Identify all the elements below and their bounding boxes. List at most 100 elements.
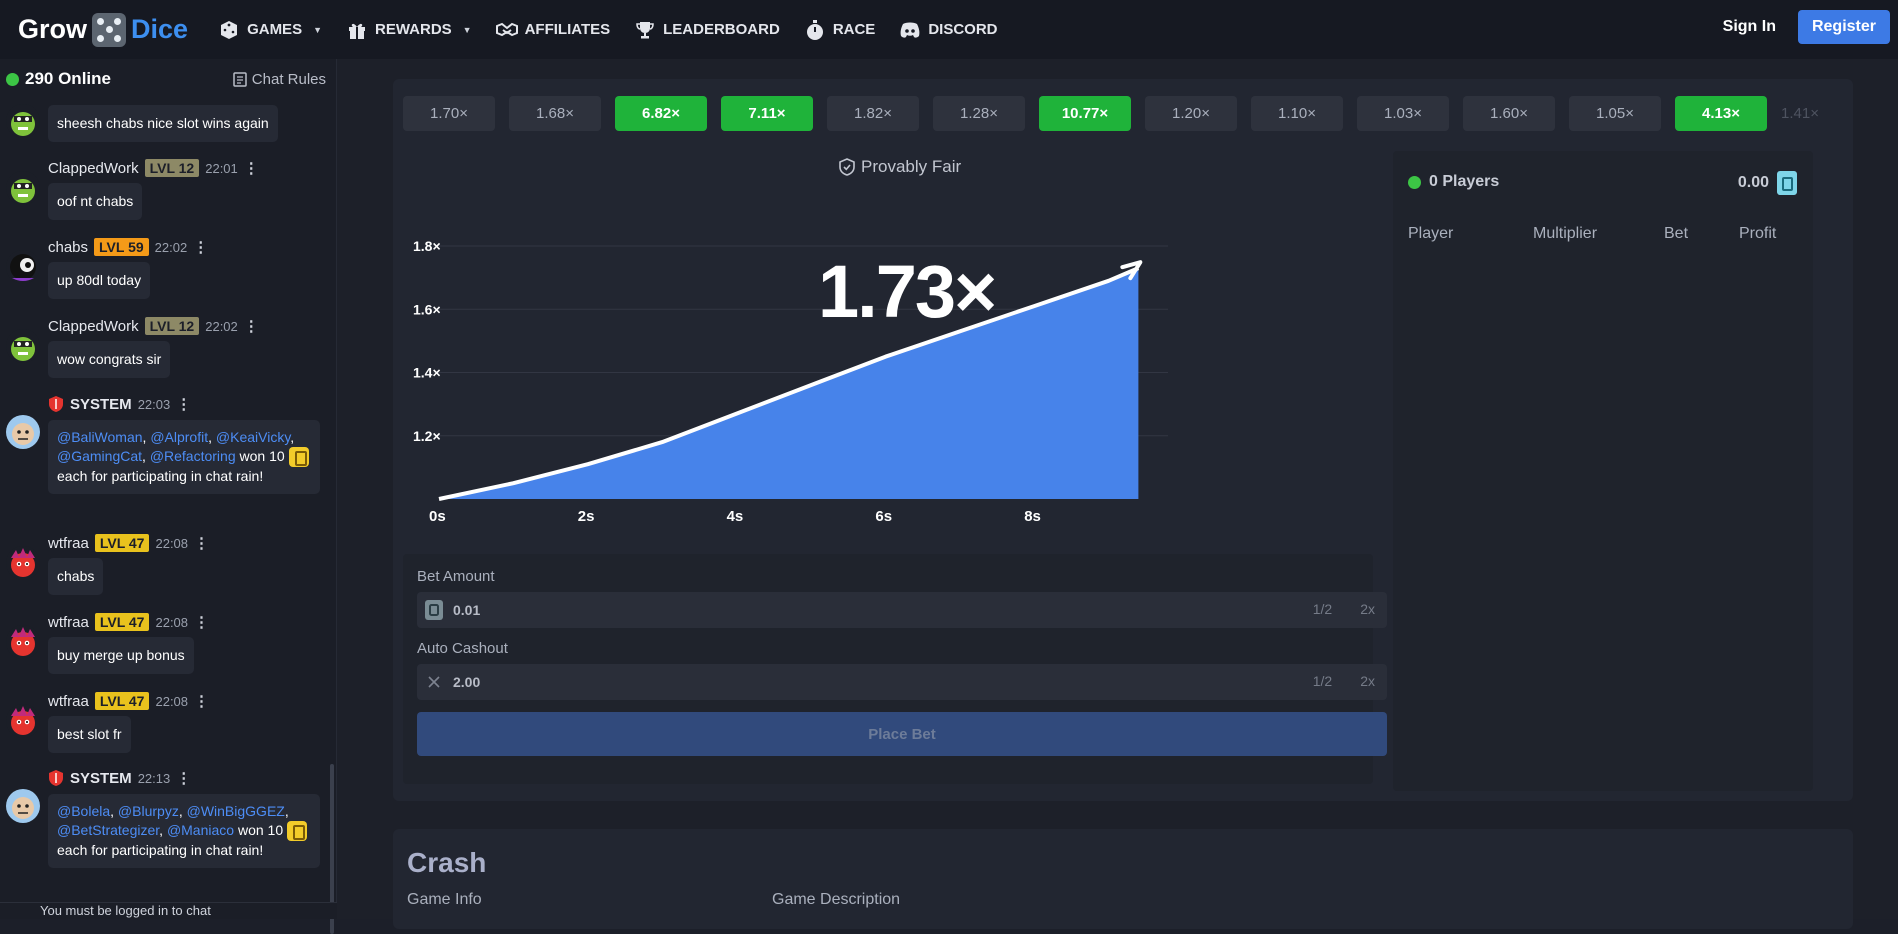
avatar <box>6 789 40 823</box>
x-tick-label: 2s <box>578 508 595 525</box>
message-header: wtfraa LVL 47 22:08 ⋮ <box>48 534 209 552</box>
logo-text-dice: Dice <box>131 14 189 44</box>
chevron-down-icon: ▼ <box>313 24 322 35</box>
message-bubble: sheesh chabs nice slot wins again <box>48 105 278 142</box>
bet-amount-value: 0.01 <box>453 602 481 618</box>
nav-race[interactable]: RACE <box>804 19 876 41</box>
history-chip[interactable]: 1.20× <box>1145 96 1237 131</box>
more-options-icon[interactable]: ⋮ <box>176 769 191 787</box>
history-chip[interactable]: 1.60× <box>1463 96 1555 131</box>
history-chip[interactable]: 1.03× <box>1357 96 1449 131</box>
history-chip[interactable]: 7.11× <box>721 96 813 131</box>
message-header: ClappedWork LVL 12 22:02 ⋮ <box>48 317 259 335</box>
place-bet-button[interactable]: Place Bet <box>417 712 1387 756</box>
game-info-card: Crash Game Info Game Description <box>393 829 1853 929</box>
history-chip[interactable]: 6.82× <box>615 96 707 131</box>
gift-icon <box>346 19 368 41</box>
more-options-icon[interactable]: ⋮ <box>244 159 259 177</box>
username[interactable]: wtfraa <box>48 693 89 710</box>
auto-cashout-input[interactable]: 2.00 1/2 2x <box>417 664 1387 700</box>
half-button[interactable]: 1/2 <box>1313 601 1332 617</box>
y-tick-label: 1.2× <box>413 428 441 444</box>
avatar <box>6 625 40 659</box>
username[interactable]: wtfraa <box>48 614 89 631</box>
history-chip[interactable]: 1.10× <box>1251 96 1343 131</box>
auto-cashout-modifiers: 1/2 2x <box>1313 673 1375 689</box>
lock-coin-icon <box>287 821 308 842</box>
y-tick-label: 1.4× <box>413 365 441 381</box>
history-chip[interactable]: 1.82× <box>827 96 919 131</box>
players-count-label: 0 Players <box>1429 173 1500 190</box>
mention[interactable]: @Bolela <box>57 803 110 819</box>
mention[interactable]: @KeaiVicky <box>216 429 290 445</box>
tab-game-info[interactable]: Game Info <box>407 891 482 909</box>
more-options-icon[interactable]: ⋮ <box>194 613 209 631</box>
more-options-icon[interactable]: ⋮ <box>194 692 209 710</box>
history-chip[interactable]: 1.05× <box>1569 96 1661 131</box>
mention[interactable]: @Blurpyz <box>118 803 179 819</box>
username[interactable]: ClappedWork <box>48 160 139 177</box>
mention[interactable]: @Maniaco <box>167 822 234 838</box>
username[interactable]: SYSTEM <box>70 770 132 787</box>
online-count: 290 Online <box>6 69 111 89</box>
level-badge: LVL 47 <box>94 534 150 552</box>
nav-race-label: RACE <box>832 21 876 38</box>
message-bubble: @Bolela, @Blurpyz, @WinBigGGEZ, @BetStra… <box>48 794 320 869</box>
chat-message-list[interactable]: sheesh chabs nice slot wins again Clappe… <box>0 99 337 899</box>
history-chip[interactable]: 4.13× <box>1675 96 1767 131</box>
bet-amount-input[interactable]: 0.01 1/2 2x <box>417 592 1387 628</box>
nav-games[interactable]: GAMES ▼ <box>218 19 322 41</box>
chat-rules-link[interactable]: Chat Rules <box>233 71 326 88</box>
message-header: wtfraa LVL 47 22:08 ⋮ <box>48 692 209 710</box>
mention[interactable]: @WinBigGGEZ <box>187 803 285 819</box>
username[interactable]: wtfraa <box>48 535 89 552</box>
nav-affiliates[interactable]: AFFILIATES <box>495 19 610 41</box>
history-chip[interactable]: 1.70× <box>403 96 495 131</box>
double-button[interactable]: 2x <box>1360 601 1375 617</box>
username[interactable]: SYSTEM <box>70 396 132 413</box>
more-options-icon[interactable]: ⋮ <box>176 395 191 413</box>
column-bet: Bet <box>1664 225 1689 242</box>
lock-coin-icon <box>1777 171 1797 195</box>
tab-game-description[interactable]: Game Description <box>772 891 900 909</box>
site-logo[interactable]: Grow Dice <box>18 12 189 47</box>
username[interactable]: ClappedWork <box>48 318 139 335</box>
nav-games-label: GAMES <box>247 21 303 38</box>
x-tick-label: 4s <box>727 508 744 525</box>
provably-fair-link[interactable]: Provably Fair <box>839 157 961 177</box>
register-button[interactable]: Register <box>1797 10 1890 44</box>
more-options-icon[interactable]: ⋮ <box>194 534 209 552</box>
history-chip[interactable]: 1.41× <box>1781 96 1831 131</box>
history-chip[interactable]: 10.77× <box>1039 96 1131 131</box>
level-badge: LVL 47 <box>94 613 150 631</box>
dice-icon <box>218 19 240 41</box>
more-options-icon[interactable]: ⋮ <box>244 317 259 335</box>
top-navbar: Grow Dice GAMES ▼ REWARDS ▼ AFFILIATES L… <box>0 0 1898 59</box>
nav-discord[interactable]: DISCORD <box>899 19 998 41</box>
history-chip[interactable]: 1.28× <box>933 96 1025 131</box>
column-multiplier: Multiplier <box>1533 225 1598 242</box>
mention[interactable]: @Refactoring <box>150 448 236 464</box>
mention[interactable]: @BaliWoman <box>57 429 143 445</box>
history-chip[interactable]: 1.68× <box>509 96 601 131</box>
nav-leaderboard[interactable]: LEADERBOARD <box>634 19 780 41</box>
mention[interactable]: @Alprofit <box>150 429 208 445</box>
rules-icon <box>233 72 247 87</box>
username[interactable]: chabs <box>48 239 88 256</box>
lock-coin-icon <box>288 447 309 468</box>
double-button[interactable]: 2x <box>1360 673 1375 689</box>
level-badge: LVL 12 <box>144 317 200 335</box>
half-button[interactable]: 1/2 <box>1313 673 1332 689</box>
message-time: 22:02 <box>154 239 188 255</box>
avatar <box>6 104 40 138</box>
avatar <box>6 546 40 580</box>
more-options-icon[interactable]: ⋮ <box>193 238 208 256</box>
mention[interactable]: @BetStrategizer <box>57 822 159 838</box>
nav-rewards[interactable]: REWARDS ▼ <box>346 19 472 41</box>
nav-rewards-label: REWARDS <box>375 21 452 38</box>
avatar <box>6 704 40 738</box>
multiplier-history: 1.70× 1.68× 6.82× 7.11× 1.82× 1.28× 10.77× 1.20… <box>403 96 1831 131</box>
level-badge: LVL 59 <box>94 238 149 256</box>
sign-in-link[interactable]: Sign In <box>1723 18 1776 36</box>
mention[interactable]: @GamingCat <box>57 448 142 464</box>
